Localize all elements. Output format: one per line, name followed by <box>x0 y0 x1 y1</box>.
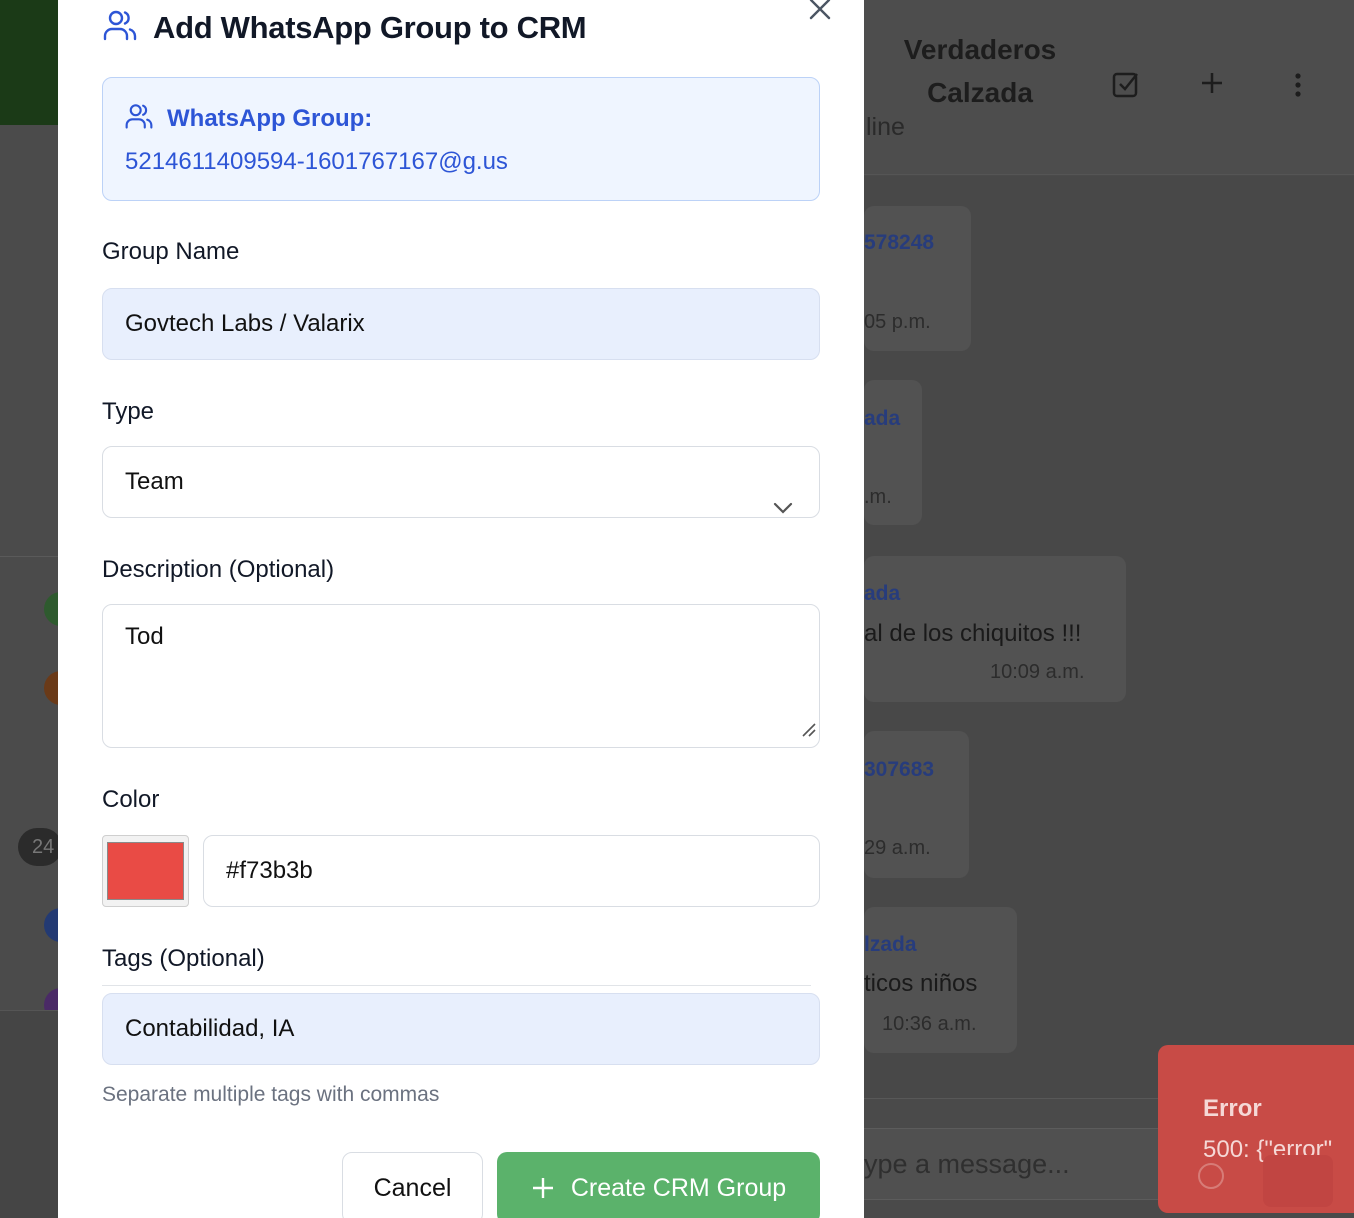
type-label: Type <box>102 398 155 425</box>
color-label: Color <box>102 786 160 813</box>
unread-badge: 24 <box>18 828 62 866</box>
plus-icon <box>531 1176 571 1200</box>
message-time: 10:36 a.m. <box>882 1013 977 1035</box>
message-text: al de los chiquitos !!! <box>864 620 1082 647</box>
tags-input[interactable]: Contabilidad, IA <box>102 993 820 1065</box>
message-input[interactable]: ype a message... <box>864 1128 1164 1200</box>
description-value: Tod <box>125 623 164 650</box>
create-crm-group-button[interactable]: Create CRM Group <box>497 1152 820 1218</box>
whatsapp-group-info: WhatsApp Group: 5214611409594-1601767167… <box>102 77 820 201</box>
type-select-value: Team <box>125 468 184 495</box>
group-name-input[interactable]: Govtech Labs / Valarix <box>102 288 820 360</box>
message-text: ticos niños <box>864 970 978 997</box>
chevron-down-icon <box>773 473 793 543</box>
message-time: 29 a.m. <box>864 837 931 859</box>
cancel-button[interactable]: Cancel <box>342 1152 483 1218</box>
message-input-placeholder: ype a message... <box>864 1149 1070 1179</box>
checklist-icon[interactable] <box>1112 70 1140 106</box>
message-time: .m. <box>864 486 892 508</box>
add-group-modal: Add WhatsApp Group to CRM WhatsApp Group… <box>58 0 864 1218</box>
modal-header: Add WhatsApp Group to CRM <box>103 8 587 47</box>
color-hex-input[interactable]: #f73b3b <box>203 835 820 907</box>
group-name-label: Group Name <box>102 238 240 265</box>
tags-label: Tags (Optional) <box>102 945 265 972</box>
close-icon[interactable] <box>807 0 833 22</box>
chat-title: Verdaderos Calzada <box>903 34 1057 108</box>
color-picker[interactable] <box>102 835 189 907</box>
create-button-label: Create CRM Group <box>570 1173 787 1202</box>
chat-list-footer <box>0 1010 60 1218</box>
group-id: 5214611409594-1601767167@g.us <box>125 148 508 175</box>
message-sender: ada <box>864 582 901 605</box>
type-select[interactable]: Team <box>102 446 820 518</box>
message-time: 10:09 a.m. <box>990 661 1085 683</box>
description-textarea[interactable]: Tod <box>102 604 820 748</box>
users-icon <box>125 102 153 135</box>
divider <box>102 985 811 986</box>
message-sender: ada <box>864 407 901 430</box>
users-icon <box>103 8 137 47</box>
emoji-icon[interactable] <box>1198 1163 1224 1189</box>
toast-title: Error <box>1203 1095 1262 1122</box>
app-header-bar <box>0 0 60 125</box>
send-button[interactable] <box>1263 1155 1333 1207</box>
more-vertical-icon[interactable] <box>1292 72 1304 106</box>
error-toast: Error 500: {"error" <box>1158 1045 1354 1213</box>
tags-help-text: Separate multiple tags with commas <box>102 1083 440 1106</box>
message-time: 05 p.m. <box>864 311 931 333</box>
chat-status: line <box>866 113 905 141</box>
modal-title: Add WhatsApp Group to CRM <box>153 9 587 45</box>
group-info-label: WhatsApp Group: <box>167 104 373 132</box>
message-sender: 578248 <box>864 231 935 254</box>
message-sender: lzada <box>864 933 917 956</box>
message-sender: 307683 <box>864 758 935 781</box>
color-swatch <box>107 842 184 900</box>
resize-handle-icon[interactable] <box>800 716 816 744</box>
divider <box>0 556 60 557</box>
description-label: Description (Optional) <box>102 556 335 583</box>
plus-icon[interactable] <box>1199 70 1225 104</box>
